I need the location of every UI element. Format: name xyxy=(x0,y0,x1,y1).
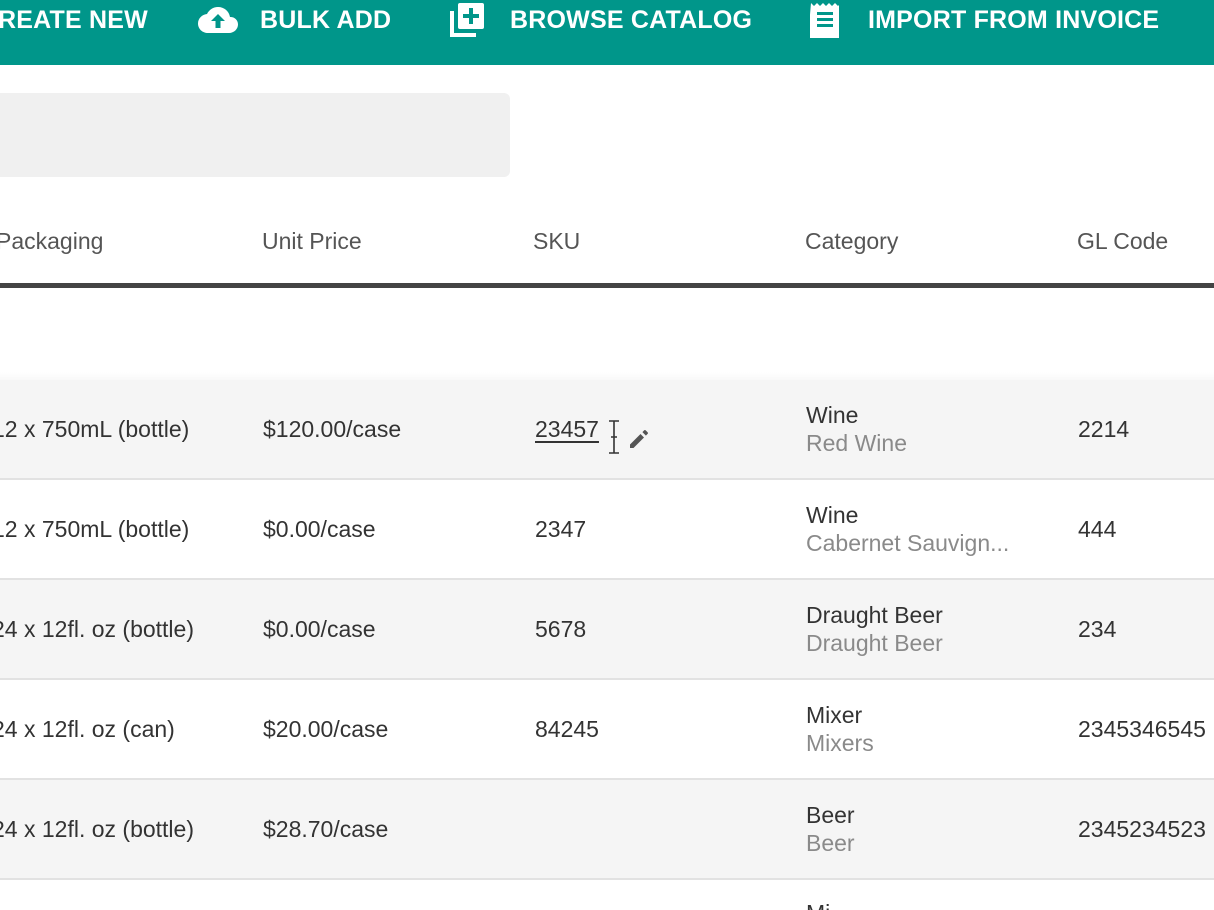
category-cell: Mixer xyxy=(806,702,863,728)
column-header-category[interactable]: Category xyxy=(805,228,898,255)
subcategory-cell: Cabernet Sauvign... xyxy=(806,530,1010,556)
category-cell: Draught Beer xyxy=(806,602,943,628)
category-cell: Wine xyxy=(806,502,859,528)
packaging-cell: 12 x 750mL (bottle) xyxy=(0,516,190,542)
create-new-button[interactable]: REATE NEW xyxy=(0,0,148,40)
receipt-icon xyxy=(808,0,842,40)
unit-price-cell: $0.00/case xyxy=(263,516,376,542)
packaging-cell: 24 x 12fl. oz (can) xyxy=(0,716,175,742)
page: REATE NEW BULK ADD BROWSE CATALOG IMPORT… xyxy=(0,0,1214,910)
sku-cell: 84245 xyxy=(535,716,599,742)
create-new-label: REATE NEW xyxy=(0,5,148,34)
gl-code-cell: 2345346545 xyxy=(1078,716,1206,742)
packaging-cell: 12 x 750mL (bottle) xyxy=(0,416,190,442)
browse-catalog-label: BROWSE CATALOG xyxy=(510,5,753,34)
unit-price-cell: $120.00/case xyxy=(263,416,402,442)
gl-code-cell: 2214 xyxy=(1078,416,1130,442)
next-row-category-partial: Mi xyxy=(806,900,830,910)
subcategory-cell: Beer xyxy=(806,830,855,856)
table-row[interactable]: 24 x 12fl. oz (bottle) $28.70/case Beer … xyxy=(0,780,1214,880)
category-cell: Beer xyxy=(806,802,855,828)
unit-price-cell: $0.00/case xyxy=(263,616,376,642)
bulk-add-button[interactable]: BULK ADD xyxy=(196,0,391,40)
column-header-unit-price[interactable]: Unit Price xyxy=(262,228,362,255)
sku-cell: 5678 xyxy=(535,616,587,642)
packaging-cell: 24 x 12fl. oz (bottle) xyxy=(0,616,194,642)
column-header-gl-code[interactable]: GL Code xyxy=(1077,228,1168,255)
action-toolbar: REATE NEW BULK ADD BROWSE CATALOG IMPORT… xyxy=(0,0,1214,65)
bulk-add-label: BULK ADD xyxy=(260,5,392,34)
unit-price-cell: $28.70/case xyxy=(263,816,389,842)
edit-pencil-icon[interactable] xyxy=(628,428,650,455)
header-divider xyxy=(0,283,1214,288)
browse-catalog-button[interactable]: BROWSE CATALOG xyxy=(448,0,752,40)
gl-code-cell: 444 xyxy=(1078,516,1117,542)
column-header-sku[interactable]: SKU xyxy=(533,228,580,255)
table-row[interactable]: 12 x 750mL (bottle) $0.00/case 2347 Wine… xyxy=(0,480,1214,580)
subcategory-cell: Draught Beer xyxy=(806,630,943,656)
gl-code-cell: 2345234523 xyxy=(1078,816,1206,842)
search-input[interactable] xyxy=(0,93,510,177)
table-row[interactable]: 24 x 12fl. oz (bottle) $0.00/case 5678 D… xyxy=(0,580,1214,680)
table-row[interactable]: 12 x 750mL (bottle) $120.00/case 23457 W… xyxy=(0,380,1214,480)
subcategory-cell: Mixers xyxy=(806,730,874,756)
table-row[interactable]: 24 x 12fl. oz (can) $20.00/case 84245 Mi… xyxy=(0,680,1214,780)
packaging-cell: 24 x 12fl. oz (bottle) xyxy=(0,816,194,842)
gl-code-cell: 234 xyxy=(1078,616,1117,642)
cloud-upload-icon xyxy=(196,0,240,40)
library-add-icon xyxy=(448,0,486,40)
sku-cell: 2347 xyxy=(535,516,587,542)
text-cursor-icon xyxy=(606,420,622,459)
category-cell: Wine xyxy=(806,402,859,428)
subcategory-cell: Red Wine xyxy=(806,430,907,456)
import-from-invoice-label: IMPORT FROM INVOICE xyxy=(868,5,1160,34)
column-header-packaging[interactable]: Packaging xyxy=(0,228,103,255)
unit-price-cell: $20.00/case xyxy=(263,716,389,742)
sku-cell-editable[interactable]: 23457 xyxy=(535,416,599,443)
import-from-invoice-button[interactable]: IMPORT FROM INVOICE xyxy=(808,0,1159,40)
